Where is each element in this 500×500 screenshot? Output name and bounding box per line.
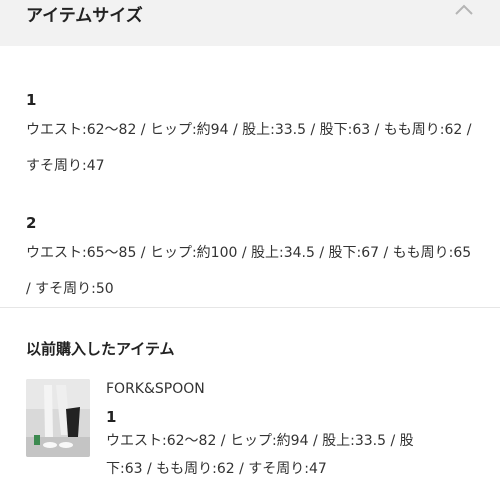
previous-item-info: FORK&SPOON 1 ウエスト:62〜82 / ヒップ:約94 / 股上:3… (106, 379, 436, 483)
section-title: アイテムサイズ (26, 6, 143, 26)
item-photo-icon (26, 379, 90, 457)
size-entry: 1 ウエスト:62〜82 / ヒップ:約94 / 股上:33.5 / 股下:63… (26, 88, 474, 184)
purchased-size: 1 (106, 408, 117, 426)
purchased-size-measurements: ウエスト:62〜82 / ヒップ:約94 / 股上:33.5 / 股下:63 /… (106, 433, 414, 477)
chevron-up-icon[interactable] (454, 3, 474, 17)
item-thumbnail[interactable] (26, 379, 90, 457)
size-number: 2 (26, 214, 37, 232)
size-measurements: ウエスト:62〜82 / ヒップ:約94 / 股上:33.5 / 股下:63 /… (26, 122, 472, 174)
size-list: 1 ウエスト:62〜82 / ヒップ:約94 / 股上:33.5 / 股下:63… (0, 46, 500, 308)
previous-purchase-heading: 以前購入したアイテム (26, 340, 175, 358)
brand-name: FORK&SPOON (106, 381, 205, 397)
size-number: 1 (26, 91, 37, 109)
size-entry: 2 ウエスト:65〜85 / ヒップ:約100 / 股上:34.5 / 股下:6… (26, 211, 474, 307)
previous-purchase-section: 以前購入したアイテム FORK&SPOON 1 ウエスト:62〜82 / ヒップ… (0, 338, 500, 483)
item-size-header[interactable]: アイテムサイズ (0, 0, 500, 46)
previous-purchase-item[interactable]: FORK&SPOON 1 ウエスト:62〜82 / ヒップ:約94 / 股上:3… (26, 379, 474, 483)
size-measurements: ウエスト:65〜85 / ヒップ:約100 / 股上:34.5 / 股下:67 … (26, 245, 472, 297)
